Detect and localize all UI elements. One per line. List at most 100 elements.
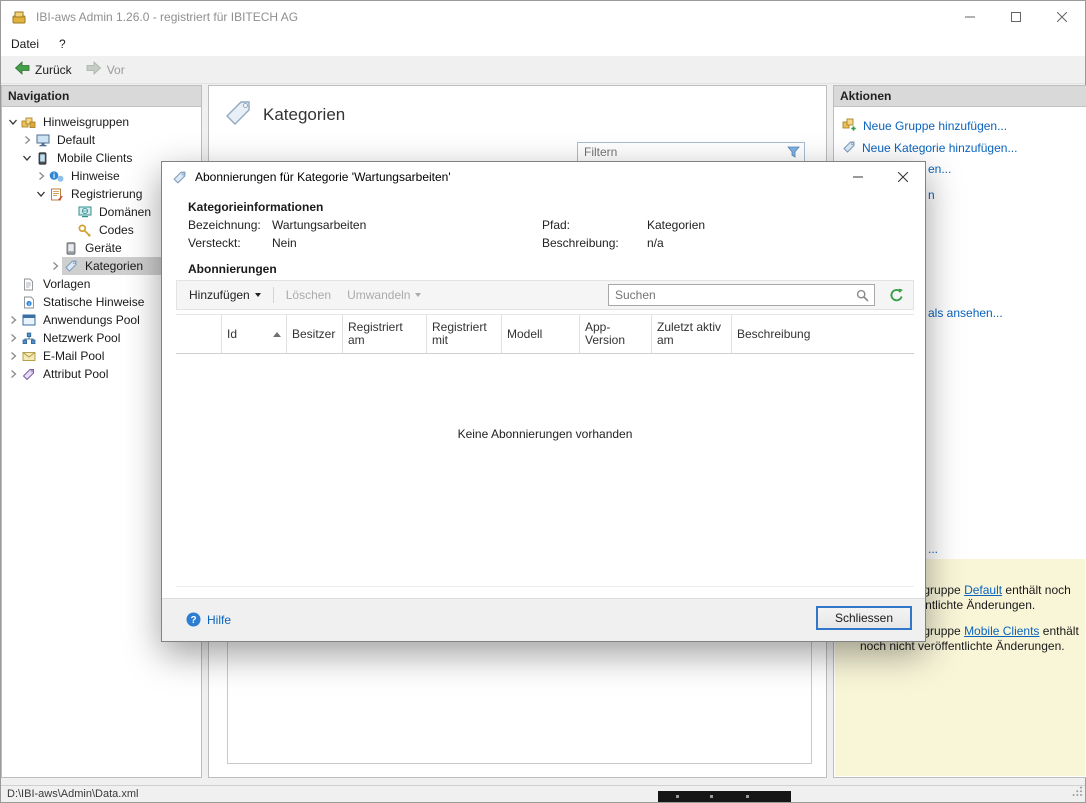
maximize-button[interactable] (993, 1, 1039, 32)
group-icon (20, 115, 37, 129)
chevron-collapsed-icon[interactable] (6, 369, 20, 379)
domain-icon (76, 205, 93, 219)
add-group-icon (842, 118, 857, 134)
subscriptions-dialog: Abonnierungen für Kategorie 'Wartungsarb… (161, 161, 926, 642)
chevron-collapsed-icon[interactable] (48, 261, 62, 271)
taskbar-fragment (658, 791, 791, 802)
column-header-registriert-am[interactable]: Registriert am (343, 315, 427, 353)
tag-icon (62, 259, 79, 273)
partially-hidden-link[interactable]: als ansehen... (928, 306, 1003, 320)
note-default-link[interactable]: Default (964, 583, 1002, 597)
add-category-tag-icon (842, 140, 856, 157)
mobile-clients-icon (34, 151, 51, 165)
field-label-beschreibung: Beschreibung: (542, 236, 619, 250)
chevron-expanded-icon[interactable] (34, 189, 48, 199)
partially-hidden-link[interactable]: ... (928, 542, 938, 556)
filter-box (577, 142, 805, 162)
forward-icon (86, 61, 102, 78)
field-value-pfad: Kategorien (647, 218, 705, 232)
dialog-titlebar: Abonnierungen für Kategorie 'Wartungsarb… (162, 162, 925, 192)
column-header-id[interactable]: Id (222, 315, 287, 353)
main-toolbar: Zurück Vor (1, 56, 1085, 84)
field-label-bezeichnung: Bezeichnung: (188, 218, 261, 232)
empty-state-text: Keine Abonnierungen vorhanden (176, 427, 914, 441)
dialog-minimize-button[interactable] (835, 162, 880, 192)
refresh-button[interactable] (889, 288, 904, 303)
menu-datei[interactable]: Datei (1, 32, 49, 56)
app-window: IBI-aws Admin 1.26.0 - registriert für I… (0, 0, 1086, 803)
resize-grip-icon[interactable] (1072, 786, 1083, 800)
navigation-header: Navigation (2, 86, 201, 107)
window-title: IBI-aws Admin 1.26.0 - registriert für I… (36, 10, 298, 24)
tree-item-hinweisgruppen[interactable]: Hinweisgruppen (2, 113, 201, 131)
search-box (608, 284, 875, 306)
field-label-pfad: Pfad: (542, 218, 570, 232)
filter-icon[interactable] (787, 146, 800, 158)
dropdown-arrow-icon (255, 293, 261, 297)
actions-header: Aktionen (834, 86, 1086, 107)
close-button[interactable] (1039, 1, 1085, 32)
network-pool-icon (20, 331, 37, 345)
column-header-beschreibung[interactable]: Beschreibung (732, 315, 914, 353)
search-icon[interactable] (856, 289, 869, 302)
menubar: Datei ? (1, 32, 1085, 56)
category-tag-icon (223, 98, 253, 131)
help-icon: ? (186, 612, 201, 627)
info-section-header: Kategorieinformationen (188, 200, 323, 214)
add-group-link[interactable]: Neue Gruppe hinzufügen... (842, 115, 1086, 137)
partially-hidden-link[interactable]: en... (928, 162, 951, 176)
subscriptions-table-body (176, 354, 914, 587)
filter-input[interactable] (578, 145, 787, 159)
column-header-besitzer[interactable]: Besitzer (287, 315, 343, 353)
help-link[interactable]: ? Hilfe (186, 612, 231, 627)
subscriptions-toolbar: Hinzufügen Löschen Umwandeln (176, 280, 914, 310)
tree-item-default[interactable]: Default (2, 131, 201, 149)
add-button[interactable]: Hinzufügen (181, 284, 269, 306)
column-header-selector[interactable] (176, 315, 222, 353)
chevron-collapsed-icon[interactable] (20, 135, 34, 145)
forward-button[interactable]: Vor (79, 58, 132, 81)
back-icon (14, 61, 30, 78)
page-title: Kategorien (263, 105, 345, 125)
add-category-link[interactable]: Neue Kategorie hinzufügen... (842, 137, 1086, 159)
chevron-expanded-icon[interactable] (6, 117, 20, 127)
chevron-collapsed-icon[interactable] (34, 171, 48, 181)
subscriptions-table-header: Id Besitzer Registriert am Registriert m… (176, 314, 914, 354)
minimize-button[interactable] (947, 1, 993, 32)
delete-button[interactable]: Löschen (278, 284, 339, 306)
field-value-bezeichnung: Wartungsarbeiten (272, 218, 366, 232)
column-header-registriert-mit[interactable]: Registriert mit (427, 315, 502, 353)
column-header-zuletzt-aktiv[interactable]: Zuletzt aktiv am (652, 315, 732, 353)
computer-icon (34, 133, 51, 147)
chevron-collapsed-icon[interactable] (6, 333, 20, 343)
hint-icon: i (48, 169, 65, 183)
dialog-footer: ? Hilfe Schliessen (162, 598, 925, 641)
column-header-modell[interactable]: Modell (502, 315, 580, 353)
static-hint-icon: i (20, 295, 37, 309)
field-value-versteckt: Nein (272, 236, 297, 250)
field-label-versteckt: Versteckt: (188, 236, 241, 250)
toolbar-separator (273, 287, 274, 303)
partially-hidden-link[interactable]: n (928, 188, 935, 202)
field-value-beschreibung: n/a (647, 236, 664, 250)
convert-button[interactable]: Umwandeln (339, 284, 429, 306)
column-header-app-version[interactable]: App-Version (580, 315, 652, 353)
dialog-close-button[interactable] (880, 162, 925, 192)
schliessen-button[interactable]: Schliessen (816, 606, 912, 630)
mail-pool-icon (20, 349, 37, 363)
subscriptions-section-header: Abonnierungen (188, 262, 277, 276)
svg-text:?: ? (190, 615, 196, 626)
note-mobile-clients-link[interactable]: Mobile Clients (964, 624, 1039, 638)
svg-text:i: i (28, 301, 29, 307)
sort-ascending-icon (273, 332, 281, 337)
titlebar: IBI-aws Admin 1.26.0 - registriert für I… (1, 1, 1085, 32)
svg-text:i: i (53, 171, 55, 180)
menu-help[interactable]: ? (49, 32, 76, 56)
back-button[interactable]: Zurück (7, 58, 79, 81)
chevron-collapsed-icon[interactable] (6, 315, 20, 325)
dialog-tag-icon (172, 170, 187, 185)
template-icon (20, 277, 37, 291)
chevron-expanded-icon[interactable] (20, 153, 34, 163)
chevron-collapsed-icon[interactable] (6, 351, 20, 361)
search-input[interactable] (609, 288, 856, 302)
